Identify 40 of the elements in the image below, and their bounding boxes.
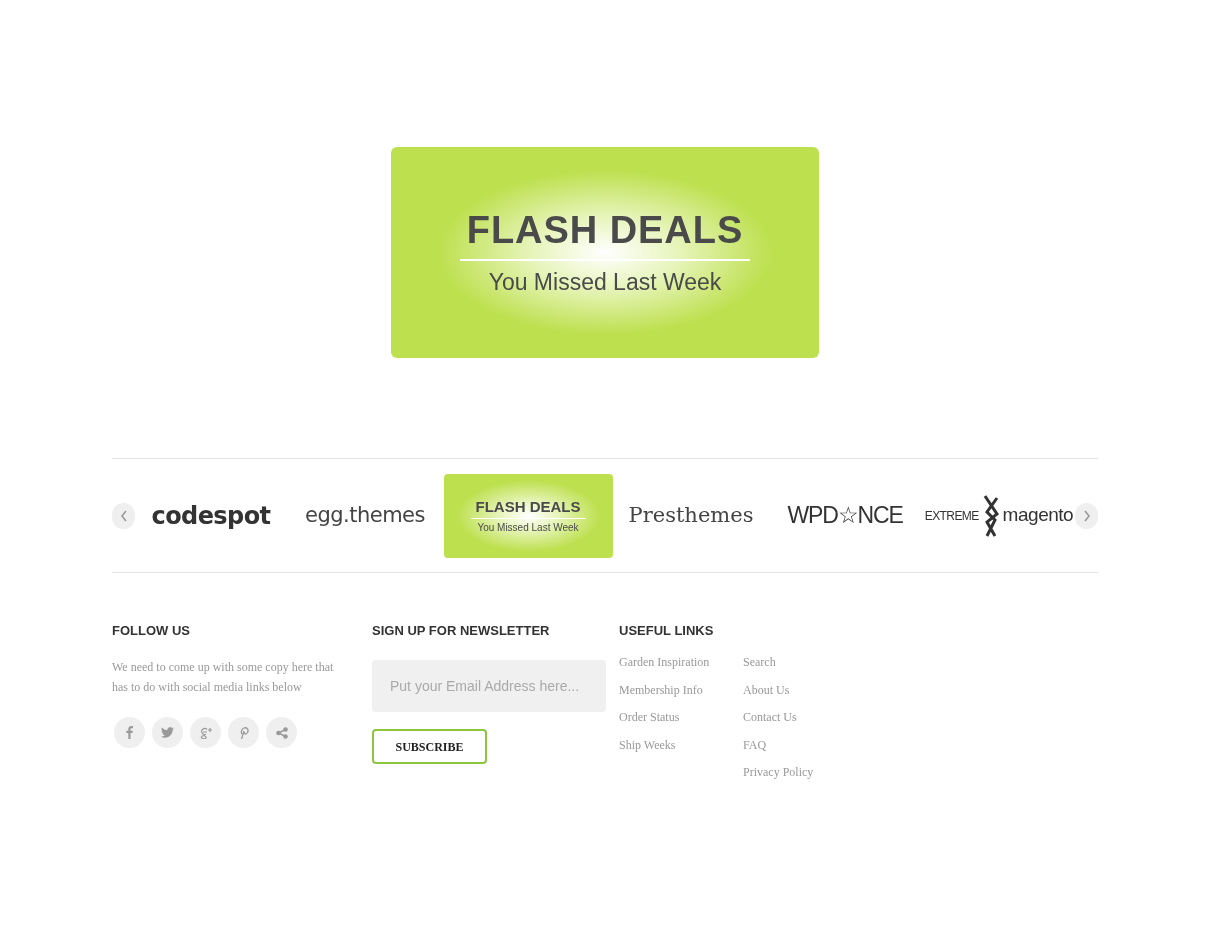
- previous-button[interactable]: [112, 502, 135, 529]
- chevron-left-icon: [119, 509, 128, 522]
- footer-link[interactable]: FAQ: [743, 731, 867, 759]
- brand-logo[interactable]: codespot: [151, 497, 271, 534]
- footer-link[interactable]: Order Status: [619, 704, 743, 732]
- brand-logo[interactable]: egg.themes: [305, 499, 425, 532]
- logo-text: magento: [1002, 503, 1074, 528]
- bird-icon: [161, 727, 174, 738]
- brand-logo[interactable]: FLASH DEALS You Missed Last Week: [443, 473, 613, 558]
- section-heading: FOLLOW US: [112, 622, 191, 640]
- share-button[interactable]: [266, 717, 297, 748]
- brand-logo[interactable]: WPD☆NCE: [787, 498, 903, 533]
- section-heading: USEFUL LINKS: [619, 622, 715, 640]
- banner-title: FLASH DEALS: [466, 211, 744, 249]
- facebook-button[interactable]: [114, 717, 145, 748]
- email-field[interactable]: Put your Email Address here...: [372, 660, 606, 712]
- footer-link[interactable]: Garden Inspiration: [619, 649, 743, 677]
- footer-link[interactable]: Search: [743, 649, 867, 677]
- follow-text: We need to come up with some copy here that has to do with social media links below: [112, 659, 335, 696]
- footer-link[interactable]: About Us: [743, 676, 867, 704]
- logo-text: EXTREME: [924, 507, 979, 525]
- footer-link[interactable]: Privacy Policy: [743, 759, 867, 787]
- pinterest-button[interactable]: [228, 717, 259, 748]
- pinterest-icon: [238, 726, 249, 739]
- section-heading: SIGN UP FOR NEWSLETTER: [372, 622, 551, 640]
- logo-title: FLASH DEALS: [475, 498, 581, 514]
- footer-link[interactable]: Ship Weeks: [619, 731, 743, 759]
- banner-subtitle: You Missed Last Week: [488, 271, 722, 294]
- share-icon: [275, 726, 288, 739]
- logo-subtitle: You Missed Last Week: [477, 522, 579, 533]
- google-plus-icon: [198, 726, 213, 739]
- google-plus-button[interactable]: [190, 717, 221, 748]
- footer-link[interactable]: Contact Us: [743, 704, 867, 732]
- footer-link[interactable]: Membership Info: [619, 676, 743, 704]
- brand-logo[interactable]: Presthemes: [628, 499, 754, 532]
- subscribe-button[interactable]: SUBSCRIBE: [372, 729, 487, 764]
- next-button[interactable]: [1075, 502, 1098, 529]
- chevron-right-icon: [1082, 509, 1091, 522]
- facebook-icon: [126, 726, 133, 739]
- twitter-button[interactable]: [152, 717, 183, 748]
